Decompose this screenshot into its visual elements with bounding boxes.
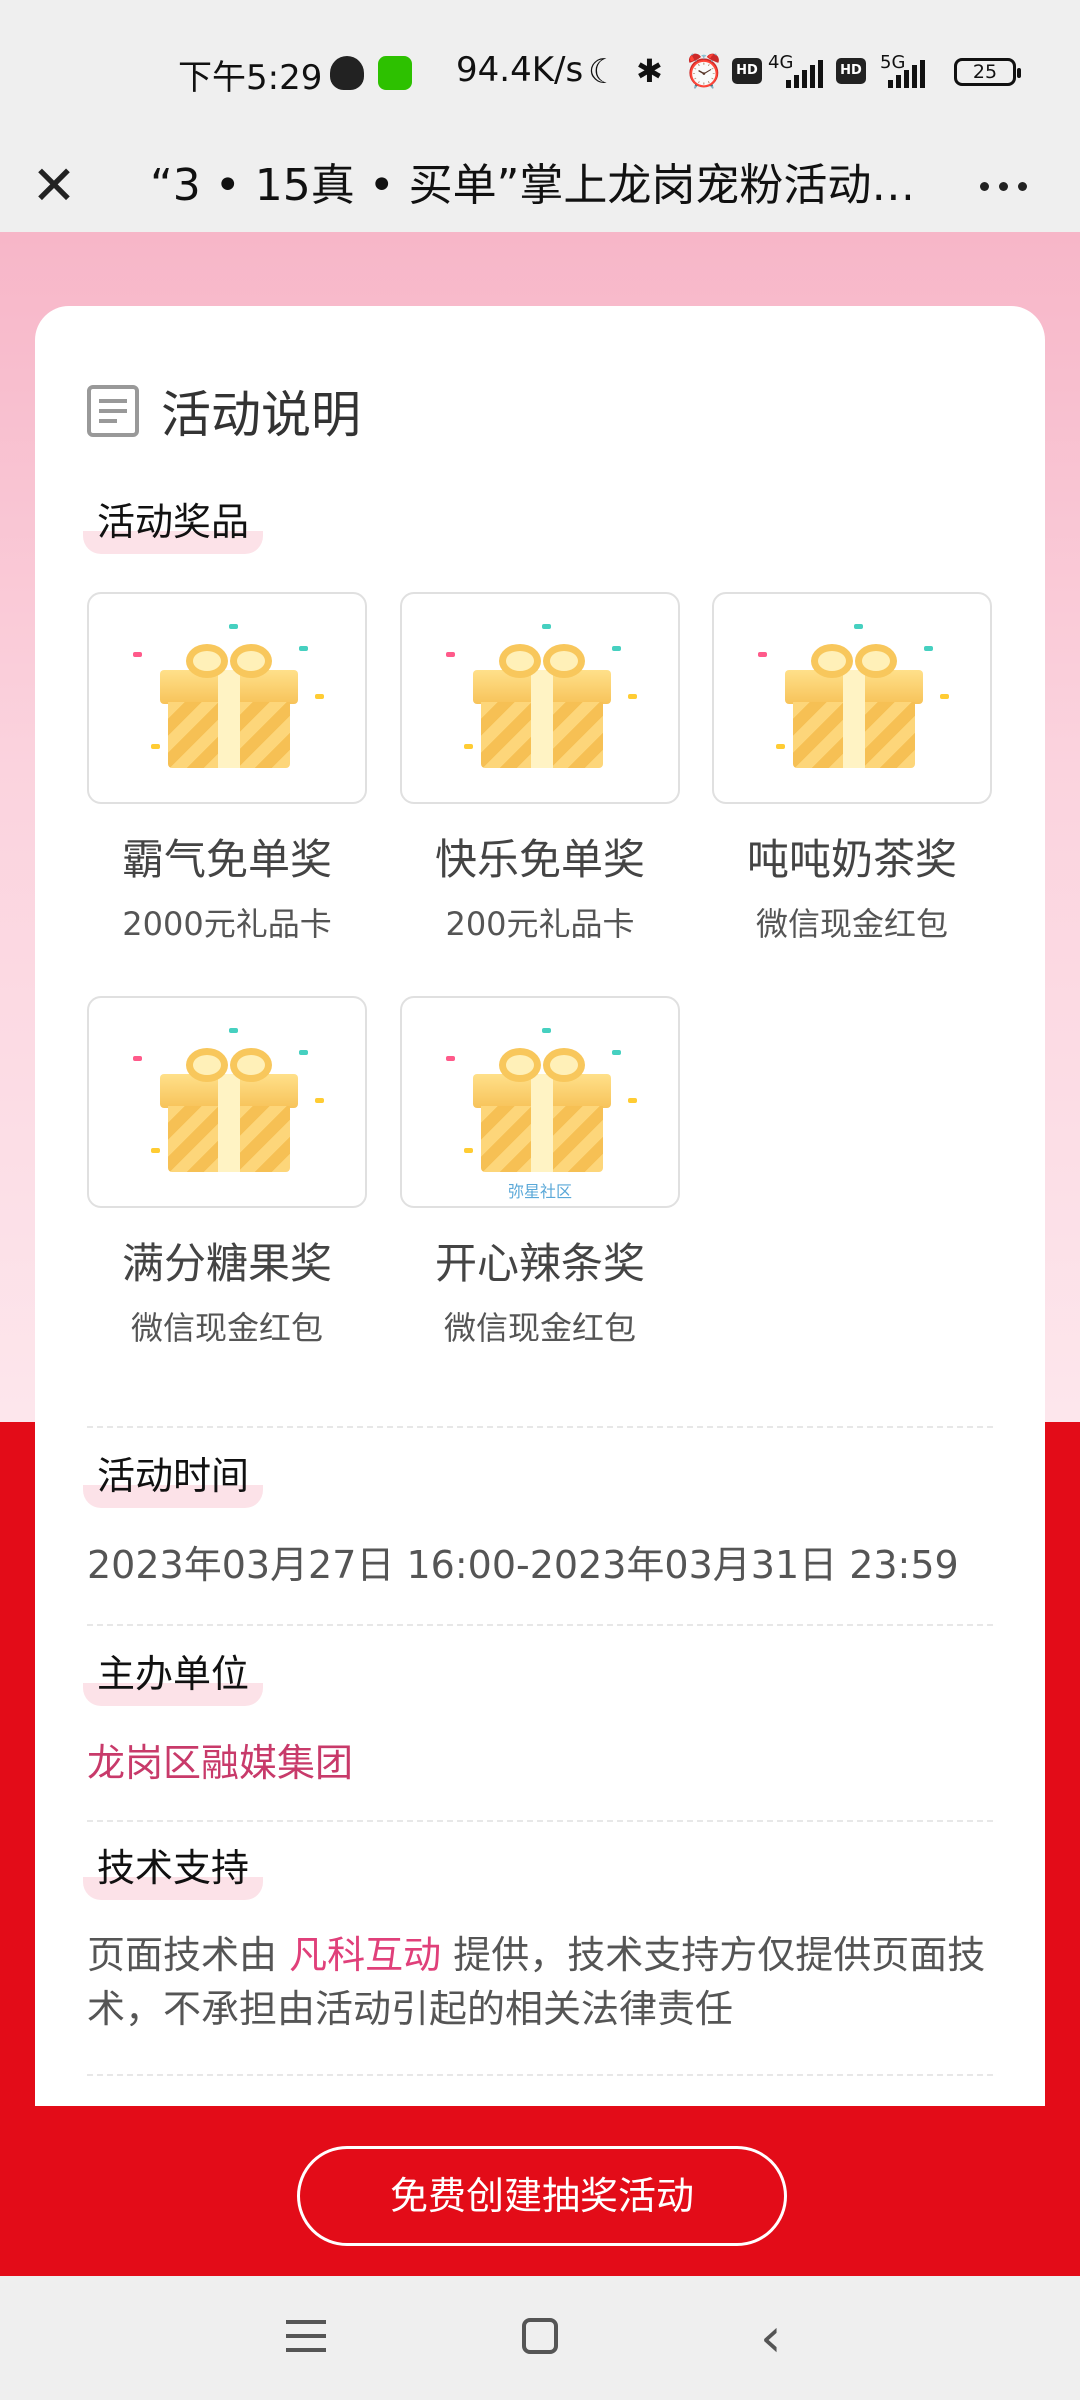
- watermark: 弥星社区: [507, 1182, 572, 1201]
- prize-desc: 微信现金红包: [443, 1309, 636, 1347]
- prize-name: 吨吨奶茶奖: [746, 835, 957, 884]
- net-speed: 94.4K/s: [456, 50, 584, 90]
- divider: [87, 1820, 993, 1822]
- card-title: 活动说明: [161, 386, 361, 444]
- battery-icon: 25: [954, 58, 1021, 86]
- gift-icon: [160, 1046, 298, 1172]
- organizer-label: 主办单位: [83, 1646, 264, 1706]
- tech-prefix: 页面技术由: [87, 1933, 290, 1977]
- signal-icon: [888, 60, 925, 88]
- activity-card: 活动说明 活动奖品 霸气免单奖 2000元礼品卡 快乐免单奖 200元礼品卡 吨…: [35, 306, 1045, 2106]
- gift-icon: [473, 1046, 611, 1172]
- prize-item[interactable]: 弥星社区 开心辣条奖 微信现金红包: [400, 996, 680, 1349]
- moon-icon: ☾: [588, 52, 619, 92]
- prizes-label: 活动奖品: [83, 494, 264, 554]
- menu-icon[interactable]: [286, 2316, 326, 2356]
- prize-name: 快乐免单奖: [434, 835, 645, 884]
- home-icon[interactable]: [522, 2318, 558, 2354]
- create-lottery-button[interactable]: 免费创建抽奖活动: [297, 2146, 787, 2246]
- divider: [87, 1426, 993, 1428]
- prize-item[interactable]: 满分糖果奖 微信现金红包: [87, 996, 367, 1349]
- bluetooth-icon: ✱: [636, 52, 663, 90]
- prize-name: 满分糖果奖: [121, 1239, 332, 1288]
- tech-link[interactable]: 凡科互动: [289, 1933, 441, 1977]
- page-title: “3 • 15真 • 买单”掌上龙岗宠粉活动…: [150, 160, 910, 211]
- prize-name: 开心辣条奖: [434, 1239, 645, 1288]
- prize-desc: 2000元礼品卡: [122, 905, 332, 943]
- divider: [87, 1624, 993, 1626]
- gift-icon: [160, 642, 298, 768]
- signal-icon: [786, 60, 823, 88]
- status-time: 下午5:29: [178, 58, 323, 98]
- prize-image: [400, 592, 680, 804]
- close-icon[interactable]: ✕: [24, 148, 84, 224]
- prize-image: [87, 592, 367, 804]
- wechat-icon: [378, 56, 412, 90]
- organizer-value: 龙岗区融媒集团: [87, 1741, 354, 1785]
- gift-icon: [785, 642, 923, 768]
- prize-image: [87, 996, 367, 1208]
- qq-icon: [330, 56, 364, 90]
- prize-name: 霸气免单奖: [121, 835, 332, 884]
- hd-badge: HD: [836, 58, 866, 84]
- card-header: 活动说明: [87, 376, 361, 446]
- alarm-icon: ⏰: [684, 52, 724, 90]
- prize-image: [712, 592, 992, 804]
- hd-badge: HD: [732, 58, 762, 84]
- prize-item[interactable]: 霸气免单奖 2000元礼品卡: [87, 592, 367, 945]
- time-label: 活动时间: [83, 1448, 264, 1508]
- prize-item[interactable]: 吨吨奶茶奖 微信现金红包: [712, 592, 992, 945]
- prize-desc: 200元礼品卡: [445, 905, 635, 943]
- title-bar: ✕ “3 • 15真 • 买单”掌上龙岗宠粉活动…: [0, 140, 1080, 232]
- divider: [87, 2074, 993, 2076]
- back-icon[interactable]: ‹: [760, 2306, 782, 2369]
- prize-desc: 微信现金红包: [755, 905, 948, 943]
- tech-label: 技术支持: [83, 1840, 264, 1900]
- gift-icon: [473, 642, 611, 768]
- document-icon: [87, 385, 139, 437]
- system-nav-bar: ‹: [0, 2276, 1080, 2400]
- prize-item[interactable]: 快乐免单奖 200元礼品卡: [400, 592, 680, 945]
- status-bar: 下午5:29 94.4K/s ☾ ✱ ⏰ HD 4G HD 5G 25: [0, 0, 1080, 140]
- more-icon[interactable]: [968, 156, 1038, 216]
- prize-desc: 微信现金红包: [130, 1309, 323, 1347]
- prize-image: 弥星社区: [400, 996, 680, 1208]
- tech-text: 页面技术由 凡科互动 提供，技术支持方仅提供页面技术，不承担由活动引起的相关法律…: [87, 1928, 1007, 2036]
- time-value: 2023年03月27日 16:00-2023年03月31日 23:59: [87, 1543, 959, 1587]
